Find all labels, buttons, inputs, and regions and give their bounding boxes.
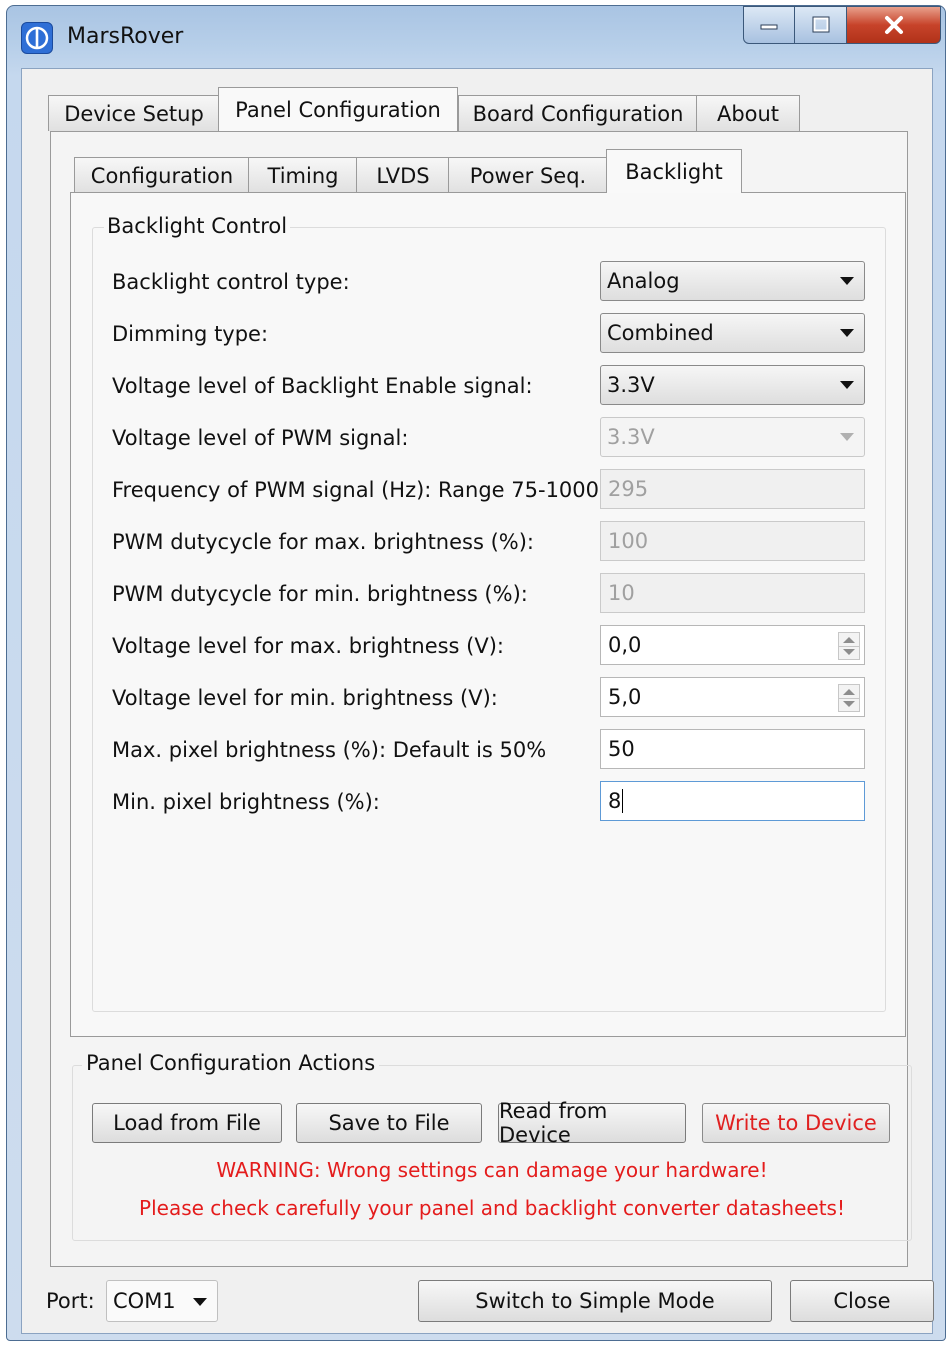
chevron-down-icon: [193, 1298, 207, 1306]
pwm-voltage-value: 3.3V: [607, 425, 655, 449]
enable-voltage-select[interactable]: 3.3V: [600, 365, 865, 405]
port-select[interactable]: COM1: [106, 1280, 218, 1322]
tab-configuration[interactable]: Configuration: [74, 157, 250, 193]
enable-voltage-value: 3.3V: [607, 373, 655, 397]
chevron-down-icon: [840, 277, 854, 285]
pwm-duty-min-label: PWM dutycycle for min. brightness (%):: [112, 582, 528, 606]
load-from-file-button[interactable]: Load from File: [92, 1103, 282, 1143]
chevron-down-icon: [840, 433, 854, 441]
close-button[interactable]: Close: [790, 1280, 934, 1322]
tab-device-setup[interactable]: Device Setup: [48, 95, 220, 131]
minimize-button[interactable]: [743, 6, 795, 44]
chevron-down-icon: [840, 381, 854, 389]
tab-power-seq[interactable]: Power Seq.: [448, 157, 608, 193]
maximize-button[interactable]: [795, 6, 847, 44]
min-pixel-brightness-field[interactable]: 8: [600, 781, 865, 821]
close-icon: [884, 16, 903, 34]
window-title: MarsRover: [67, 24, 184, 49]
min-pixel-brightness-value: 8: [608, 789, 622, 813]
maximize-icon: [812, 16, 829, 33]
read-from-device-button[interactable]: Read from Device: [498, 1099, 686, 1147]
text-caret: [622, 789, 624, 813]
window-client-area: Device Setup Panel Configuration Board C…: [21, 68, 934, 1334]
pwm-duty-min-field: 10: [600, 573, 865, 613]
voltage-min-brightness-value: 5,0: [608, 685, 642, 709]
voltage-min-brightness-spinbox[interactable]: 5,0: [600, 677, 865, 717]
pwm-voltage-label: Voltage level of PWM signal:: [112, 426, 409, 450]
max-pixel-brightness-field[interactable]: 50: [600, 729, 865, 769]
pwm-frequency-field: 295: [600, 469, 865, 509]
write-to-device-button[interactable]: Write to Device: [702, 1103, 890, 1143]
tab-board-configuration[interactable]: Board Configuration: [458, 95, 698, 131]
tab-timing[interactable]: Timing: [248, 157, 358, 193]
voltage-max-brightness-spinbox[interactable]: 0,0: [600, 625, 865, 665]
port-value: COM1: [113, 1289, 176, 1313]
spin-arrows-icon[interactable]: [838, 632, 860, 660]
pwm-duty-max-field: 100: [600, 521, 865, 561]
max-pixel-brightness-label: Max. pixel brightness (%): Default is 50…: [112, 738, 547, 762]
enable-voltage-label: Voltage level of Backlight Enable signal…: [112, 374, 533, 398]
app-window: MarsRover Device Setup Panel Configurati…: [6, 5, 946, 1341]
tab-lvds[interactable]: LVDS: [356, 157, 450, 193]
panel-configuration-actions-title: Panel Configuration Actions: [82, 1051, 380, 1075]
port-label: Port:: [46, 1289, 95, 1313]
window-controls: [743, 6, 941, 46]
tab-panel-configuration[interactable]: Panel Configuration: [218, 87, 458, 131]
datasheet-warning-text: Please check carefully your panel and ba…: [139, 1196, 845, 1220]
spin-arrows-icon[interactable]: [838, 684, 860, 712]
pwm-duty-max-label: PWM dutycycle for max. brightness (%):: [112, 530, 534, 554]
voltage-min-brightness-label: Voltage level for min. brightness (V):: [112, 686, 498, 710]
backlight-control-title: Backlight Control: [104, 214, 291, 238]
pwm-frequency-label: Frequency of PWM signal (Hz): Range 75-1…: [112, 478, 626, 502]
warning-text: WARNING: Wrong settings can damage your …: [216, 1158, 768, 1182]
pwm-voltage-select: 3.3V: [600, 417, 865, 457]
tab-backlight[interactable]: Backlight: [606, 149, 742, 193]
close-window-button[interactable]: [847, 6, 941, 44]
dimming-type-select[interactable]: Combined: [600, 313, 865, 353]
app-logo-icon: [21, 22, 53, 54]
min-pixel-brightness-label: Min. pixel brightness (%):: [112, 790, 380, 814]
chevron-down-icon: [840, 329, 854, 337]
minimize-icon: [760, 24, 778, 30]
title-bar[interactable]: MarsRover: [7, 6, 945, 70]
backlight-control-type-label: Backlight control type:: [112, 270, 350, 294]
dimming-type-value: Combined: [607, 321, 714, 345]
dimming-type-label: Dimming type:: [112, 322, 269, 346]
save-to-file-button[interactable]: Save to File: [296, 1103, 482, 1143]
backlight-control-type-value: Analog: [607, 269, 680, 293]
voltage-max-brightness-label: Voltage level for max. brightness (V):: [112, 634, 504, 658]
voltage-max-brightness-value: 0,0: [608, 633, 642, 657]
tab-about[interactable]: About: [696, 95, 800, 131]
backlight-control-type-select[interactable]: Analog: [600, 261, 865, 301]
switch-to-simple-mode-button[interactable]: Switch to Simple Mode: [418, 1280, 772, 1322]
